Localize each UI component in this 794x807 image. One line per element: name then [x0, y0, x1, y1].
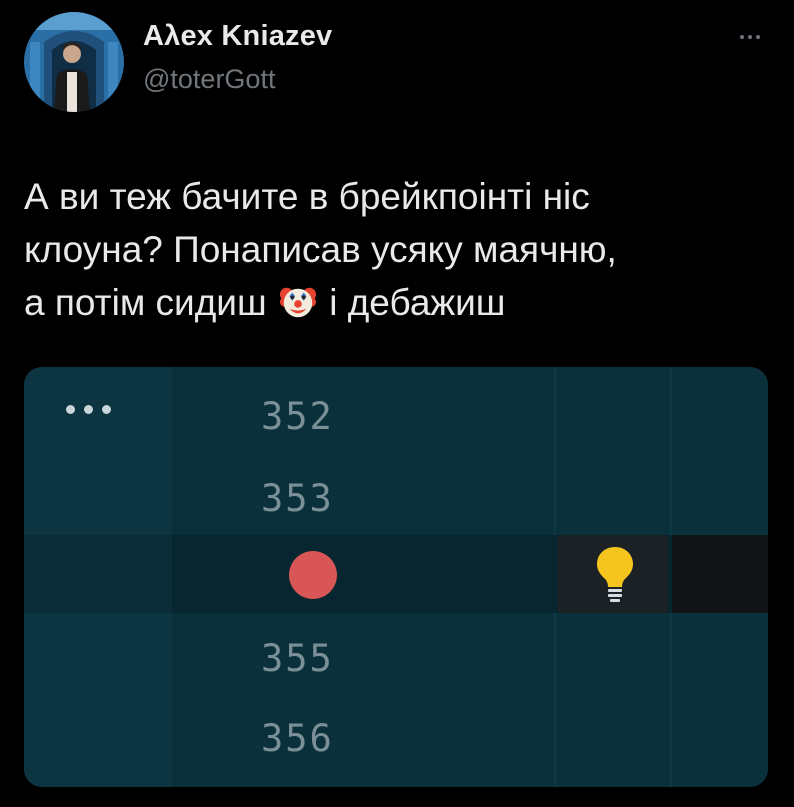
attached-image[interactable]: 352 353 355 356	[24, 367, 768, 787]
display-name[interactable]: Aλex Kniazev	[143, 20, 332, 53]
avatar[interactable]	[24, 12, 124, 112]
line-number: 355	[261, 637, 334, 680]
tweet-line-2: клоуна? Понаписав усяку маячню,	[24, 229, 617, 270]
user-handle[interactable]: @toterGott	[143, 64, 275, 95]
tweet-line-1: А ви теж бачите в брейкпоінті ніс	[24, 176, 590, 217]
tweet-line-3: а потім сидиш і дебажиш	[24, 276, 764, 329]
more-dots-icon[interactable]	[66, 405, 111, 414]
more-options-button[interactable]	[730, 22, 770, 52]
line-number: 352	[261, 395, 334, 438]
line-number: 353	[261, 477, 334, 520]
lightbulb-icon[interactable]	[595, 545, 635, 603]
avatar-photo	[24, 12, 124, 112]
tweet-line-3-start: а потім сидиш	[24, 282, 267, 323]
more-horizontal-icon	[740, 35, 760, 39]
line-number: 356	[261, 717, 334, 760]
tweet-text: А ви теж бачите в брейкпоінті ніс клоуна…	[24, 170, 764, 329]
active-line-gutter	[24, 535, 172, 613]
right-cell	[672, 535, 768, 613]
tweet-line-3-end: і дебажиш	[329, 282, 506, 323]
clown-face-emoji	[279, 287, 316, 318]
breakpoint-dot-icon[interactable]	[289, 551, 337, 599]
